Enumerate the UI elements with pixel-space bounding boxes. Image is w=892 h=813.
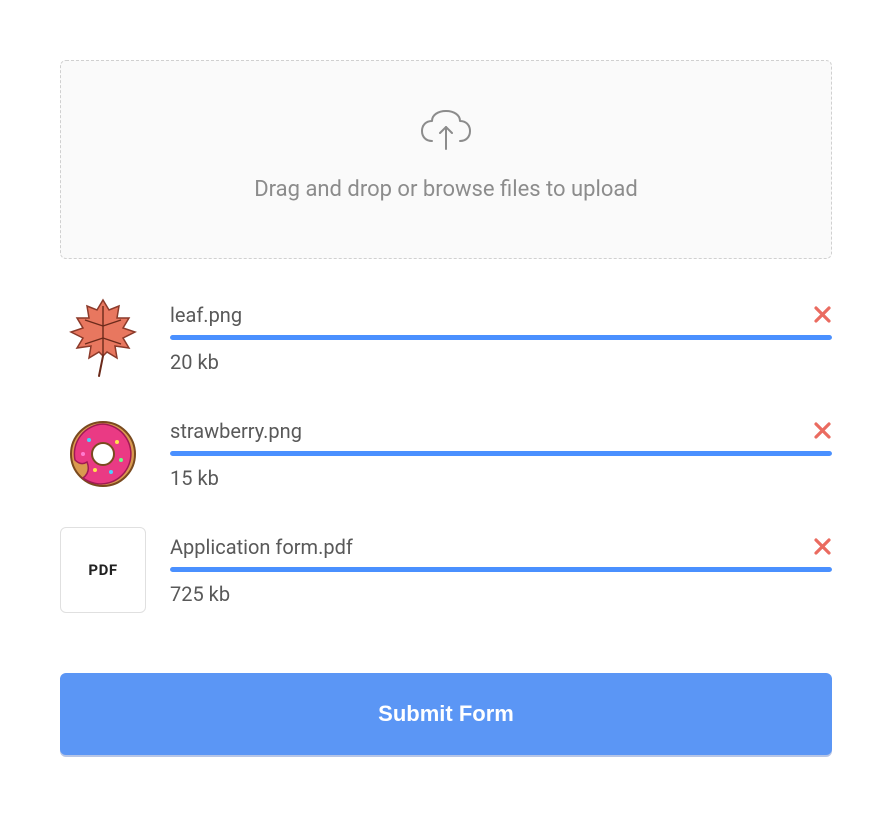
progress-track: [170, 567, 832, 572]
file-item: leaf.png 20 kb: [60, 295, 832, 381]
progress-bar: [170, 451, 832, 456]
progress-bar: [170, 567, 832, 572]
dropzone-text: Drag and drop or browse files to upload: [81, 177, 811, 202]
upload-panel: Drag and drop or browse files to upload: [60, 60, 832, 755]
file-item: strawberry.png 15 kb: [60, 411, 832, 497]
pdf-label: PDF: [88, 561, 117, 579]
file-thumbnail: [60, 411, 146, 497]
cloud-upload-icon: [418, 109, 474, 157]
file-size: 20 kb: [170, 350, 832, 374]
file-name: Application form.pdf: [170, 535, 353, 559]
progress-track: [170, 451, 832, 456]
close-icon: [814, 538, 831, 555]
file-main: Application form.pdf 725 kb: [170, 535, 832, 606]
remove-file-button[interactable]: [812, 421, 832, 441]
file-main: strawberry.png 15 kb: [170, 419, 832, 490]
progress-track: [170, 335, 832, 340]
file-main: leaf.png 20 kb: [170, 303, 832, 374]
progress-bar: [170, 335, 832, 340]
submit-button[interactable]: Submit Form: [60, 673, 832, 755]
file-thumbnail-pdf: PDF: [60, 527, 146, 613]
dropzone[interactable]: Drag and drop or browse files to upload: [60, 60, 832, 259]
close-icon: [814, 422, 831, 439]
close-icon: [814, 306, 831, 323]
leaf-icon: [63, 296, 143, 380]
file-size: 725 kb: [170, 582, 832, 606]
file-list: leaf.png 20 kb: [60, 295, 832, 613]
file-name: leaf.png: [170, 303, 242, 327]
file-thumbnail: [60, 295, 146, 381]
remove-file-button[interactable]: [812, 305, 832, 325]
file-size: 15 kb: [170, 466, 832, 490]
file-item: PDF Application form.pdf 725 kb: [60, 527, 832, 613]
donut-icon: [65, 416, 141, 492]
remove-file-button[interactable]: [812, 537, 832, 557]
file-name: strawberry.png: [170, 419, 302, 443]
